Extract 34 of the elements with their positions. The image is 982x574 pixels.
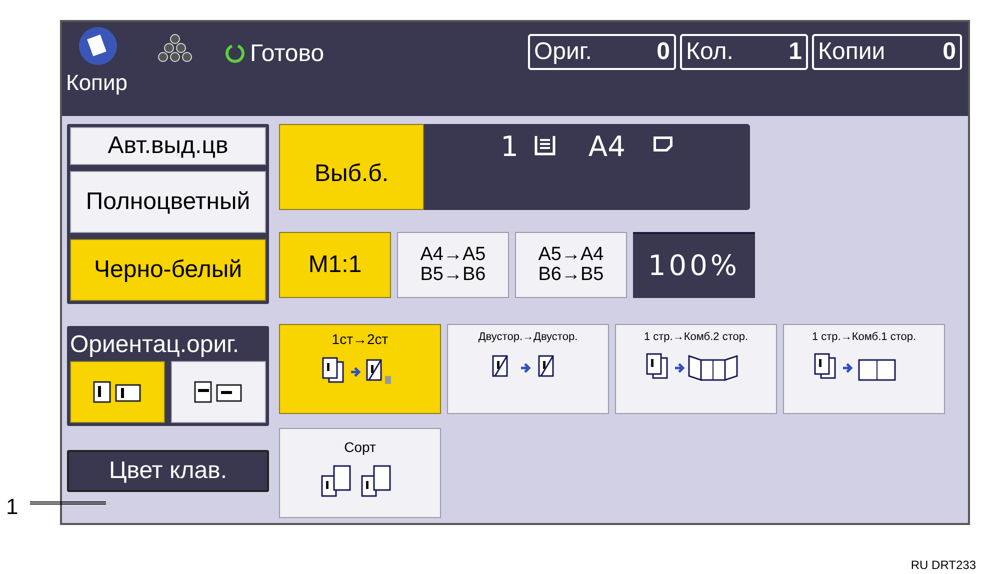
color-mode-button[interactable]: Авт.выд.цв [70,127,266,165]
paper-tray-icon [534,134,556,156]
orientation-title: Ориентац.ориг. [70,330,240,360]
duplex-button[interactable]: 1ст→2ст [279,324,441,414]
sort-button[interactable]: Сорт [279,428,441,518]
ratio-button[interactable]: A4→A5 B5→B6 [397,232,509,298]
duplex-button[interactable]: 1 стр.→Комб.1 стор. [783,324,945,414]
ratio-button[interactable]: A5→A4 B6→B5 [515,232,627,298]
color-key-button[interactable]: Цвет клав. [67,450,269,492]
figure-code: RU DRT233 [910,557,976,574]
status-text: Готово [250,39,324,69]
ratio-button[interactable]: M1:1 [279,232,391,298]
orientation-button[interactable] [171,361,266,423]
color-mode-button[interactable]: Полноцветный [70,171,266,233]
paper-select-button[interactable]: Выб.б. [279,124,424,210]
counter-label: Ориг. [534,37,592,67]
ratio-display: 100% [633,232,755,298]
duplex-button[interactable]: 1 стр.→Комб.2 стор. [615,324,777,414]
counter-value: 0 [942,37,956,67]
paper-size: A4 [588,129,626,165]
app-label: Копир [66,72,128,94]
paper-orientation-icon [653,136,674,152]
callout-number: 1 [6,493,18,521]
copier-icon [78,26,118,66]
orientation-button[interactable] [70,361,165,423]
stacked-dots-icon [158,34,192,64]
duplex-button[interactable]: Двустор.→Двустор. [447,324,609,414]
counter-value: 0 [656,37,670,67]
counter-value: 1 [788,37,802,67]
color-mode-button[interactable]: Черно-белый [70,239,266,301]
tray-number: 1 [500,129,518,165]
counter-label: Кол. [686,37,734,67]
ready-ring-icon [224,43,246,65]
counter-label: Копии [818,37,886,67]
